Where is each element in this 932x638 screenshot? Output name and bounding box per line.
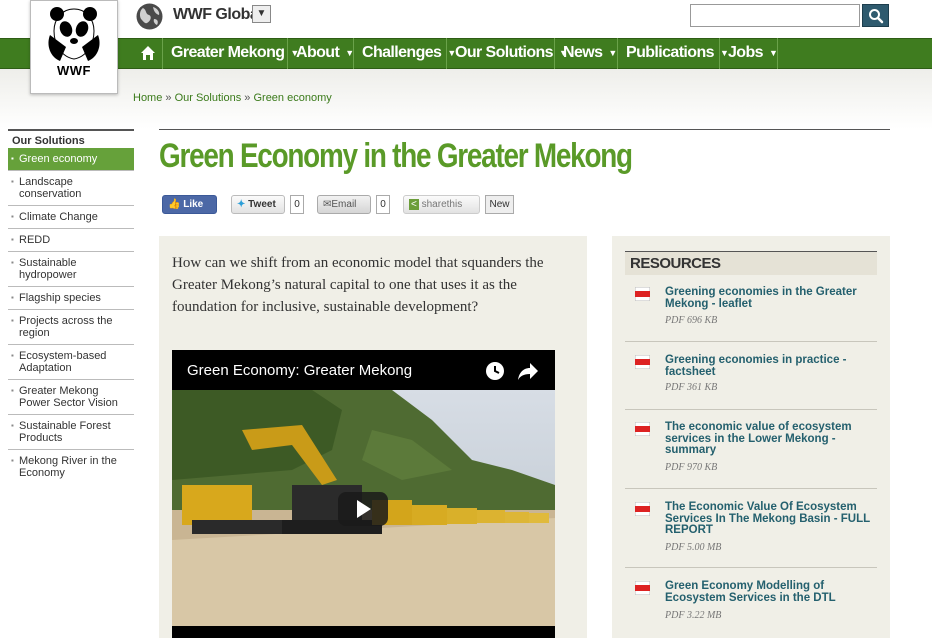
pdf-icon (635, 287, 650, 301)
nav-item-greater-mekong[interactable]: Greater Mekong ▼ (163, 38, 299, 69)
tweet-label: Tweet (248, 199, 276, 210)
facebook-like-button[interactable]: 👍 Like 0 (162, 195, 217, 227)
chevron-down-icon: ▼ (345, 48, 354, 58)
tweet-count: 0 (290, 195, 304, 214)
breadcrumb-separator: » (162, 92, 175, 104)
sidebar-item-landscape-conservation[interactable]: Landscape conservation (8, 170, 134, 205)
resource-link[interactable]: Green Economy Modelling of Ecosystem Ser… (665, 580, 870, 604)
resource-meta: PDF 970 KB (665, 462, 718, 473)
intro-text: How can we shift from an economic model … (172, 255, 544, 315)
sidebar-item-sustainable-hydropower[interactable]: Sustainable hydropower (8, 251, 134, 286)
nav-item-our-solutions[interactable]: Our Solutions ▼ (447, 38, 568, 69)
resource-meta: PDF 696 KB (665, 315, 718, 326)
sidebar-heading[interactable]: Our Solutions (8, 129, 134, 148)
breadcrumb-home-link[interactable]: Home (133, 92, 162, 104)
sidebar-item-projects-across-region[interactable]: Projects across the region (8, 309, 134, 344)
nav-item-challenges[interactable]: Challenges ▼ (354, 38, 456, 69)
resource-item[interactable]: Greening economies in practice - factshe… (625, 354, 877, 410)
site-name[interactable]: WWF Global (173, 6, 263, 24)
nav-item-label: About (296, 44, 340, 61)
title-rule (159, 129, 890, 130)
sidebar-item-mekong-river-economy[interactable]: Mekong River in the Economy (8, 449, 134, 484)
nav-item-about[interactable]: About ▼ (288, 38, 354, 69)
sidebar-item-power-sector-vision[interactable]: Greater Mekong Power Sector Vision (8, 379, 134, 414)
chevron-down-icon: ▼ (608, 48, 617, 58)
email-share-button[interactable]: ✉Email (317, 195, 371, 214)
resource-item[interactable]: The Economic Value Of Ecosystem Services… (625, 501, 877, 568)
sidebar-item-ecosystem-based-adaptation[interactable]: Ecosystem-based Adaptation (8, 344, 134, 379)
email-count: 0 (376, 195, 390, 214)
twitter-icon: ✦ (237, 199, 246, 210)
resource-item[interactable]: The economic value of ecosystem services… (625, 421, 877, 489)
pdf-icon (635, 422, 650, 436)
site-dropdown-button[interactable]: ▼ (252, 5, 271, 23)
breadcrumb-current[interactable]: Green economy (253, 92, 331, 104)
home-icon (141, 46, 155, 60)
nav-item-label: News (563, 44, 603, 61)
wwf-logo[interactable]: WWF (30, 0, 118, 94)
sharethis-icon: < (409, 199, 419, 210)
search-input[interactable] (690, 4, 860, 27)
resource-link[interactable]: The economic value of ecosystem services… (665, 421, 870, 457)
pdf-icon (635, 355, 650, 369)
search-icon (869, 9, 884, 24)
sharethis-label: sharethis (421, 199, 463, 210)
new-badge: New (485, 195, 514, 214)
clock-icon[interactable] (485, 361, 505, 381)
email-label: Email (331, 199, 357, 210)
sidebar-item-sustainable-forest-products[interactable]: Sustainable Forest Products (8, 414, 134, 449)
chevron-down-icon: ▼ (768, 48, 778, 58)
pdf-icon (635, 581, 650, 595)
video-thumbnail[interactable] (172, 390, 555, 626)
sidebar-item-climate-change[interactable]: Climate Change (8, 205, 134, 228)
resource-meta: PDF 5.00 MB (665, 542, 722, 553)
nav-item-label: Greater Mekong (171, 44, 285, 61)
nav-item-news[interactable]: News ▼ (555, 38, 618, 69)
video-player[interactable]: Green Economy: Greater Mekong (172, 350, 555, 638)
resource-link[interactable]: Greening economies in the Greater Mekong… (665, 286, 870, 310)
resource-meta: PDF 3.22 MB (665, 610, 722, 621)
facebook-icon: 👍 (168, 199, 181, 210)
nav-item-publications[interactable]: Publications ▼ (618, 38, 729, 69)
video-title[interactable]: Green Economy: Greater Mekong (187, 362, 412, 379)
video-control-bar (172, 626, 555, 638)
resource-item[interactable]: Greening economies in the Greater Mekong… (625, 286, 877, 342)
logo-wordmark: WWF (57, 63, 91, 78)
tweet-button[interactable]: ✦ Tweet (231, 195, 285, 214)
nav-item-jobs[interactable]: Jobs ▼ (720, 38, 778, 69)
page-title: Green Economy in the Greater Mekong (159, 137, 633, 175)
sidebar-item-flagship-species[interactable]: Flagship species (8, 286, 134, 309)
search-button[interactable] (862, 4, 889, 27)
pdf-icon (635, 502, 650, 516)
nav-item-label: Our Solutions (455, 44, 554, 61)
sidebar-item-green-economy[interactable]: Green economy (8, 148, 134, 170)
sidebar-item-redd[interactable]: REDD (8, 228, 134, 251)
resource-item[interactable]: Green Economy Modelling of Ecosystem Ser… (625, 580, 877, 638)
nav-item-label: Publications (626, 44, 715, 61)
globe-icon[interactable] (135, 2, 164, 31)
sharethis-button[interactable]: < sharethis (403, 195, 480, 214)
share-arrow-icon[interactable] (517, 361, 539, 381)
nav-home-button[interactable] (133, 38, 163, 69)
breadcrumb-separator: » (241, 92, 254, 104)
resource-meta: PDF 361 KB (665, 382, 718, 393)
breadcrumb-our-solutions-link[interactable]: Our Solutions (175, 92, 242, 104)
resource-link[interactable]: Greening economies in practice - factshe… (665, 354, 870, 378)
breadcrumb: Home » Our Solutions » Green economy (133, 92, 332, 104)
panda-icon (48, 7, 100, 61)
resources-heading: RESOURCES (625, 251, 877, 275)
resource-link[interactable]: The Economic Value Of Ecosystem Services… (665, 501, 870, 537)
sidebar: Our Solutions Green economy Landscape co… (8, 129, 134, 484)
nav-item-label: Jobs (728, 44, 764, 61)
nav-item-label: Challenges (362, 44, 442, 61)
